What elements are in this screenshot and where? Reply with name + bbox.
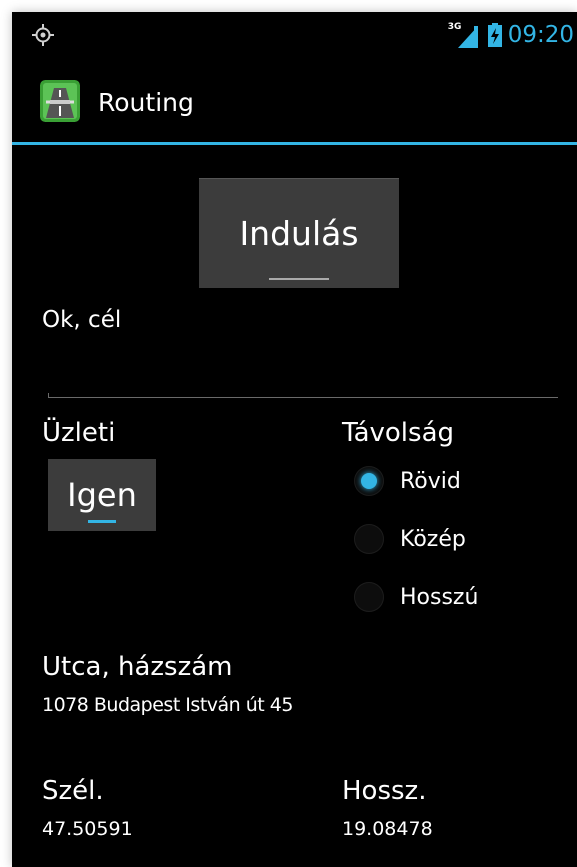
start-button[interactable]: Indulás [199, 178, 399, 288]
toggle-indicator [88, 520, 116, 523]
status-clock: 09:20 [507, 22, 574, 48]
radio-label-medium: Közép [400, 526, 466, 552]
start-button-label: Indulás [239, 214, 359, 253]
address-label: Utca, házszám [42, 652, 233, 682]
radio-checked-icon[interactable] [354, 466, 384, 496]
radio-label-short: Rövid [400, 468, 461, 494]
address-value: 1078 Budapest István út 45 [42, 694, 293, 716]
section-divider [48, 397, 558, 398]
radio-unchecked-icon[interactable] [354, 524, 384, 554]
longitude-value: 19.08478 [342, 818, 433, 840]
radio-option-short[interactable]: Rövid [354, 461, 461, 501]
button-underline [269, 278, 329, 280]
radio-option-medium[interactable]: Közép [354, 519, 466, 559]
business-toggle-value: Igen [67, 476, 137, 514]
radio-option-long[interactable]: Hosszú [354, 577, 478, 617]
business-label: Üzleti [42, 418, 116, 448]
status-icons: 3G 09:20 [448, 20, 574, 50]
radio-label-long: Hosszú [400, 584, 479, 610]
business-toggle-button[interactable]: Igen [48, 459, 156, 531]
highway-road-icon[interactable] [40, 80, 80, 122]
distance-label: Távolság [342, 418, 455, 448]
gps-target-icon [32, 24, 54, 46]
radio-unchecked-icon[interactable] [354, 582, 384, 612]
destination-ok-label: Ok, cél [42, 307, 122, 333]
latitude-label: Szél. [42, 776, 104, 806]
phone-screen: 3G 09:20 Routing Indulás Ok, cél Üzleti … [12, 12, 577, 867]
signal-bars-icon [457, 26, 478, 48]
app-title: Routing [98, 88, 194, 117]
signal-indicator: 3G [448, 22, 482, 48]
action-bar: Routing [12, 58, 577, 145]
longitude-label: Hossz. [342, 776, 427, 806]
battery-charging-icon [487, 23, 502, 47]
status-bar: 3G 09:20 [12, 12, 577, 58]
latitude-value: 47.50591 [42, 818, 133, 840]
